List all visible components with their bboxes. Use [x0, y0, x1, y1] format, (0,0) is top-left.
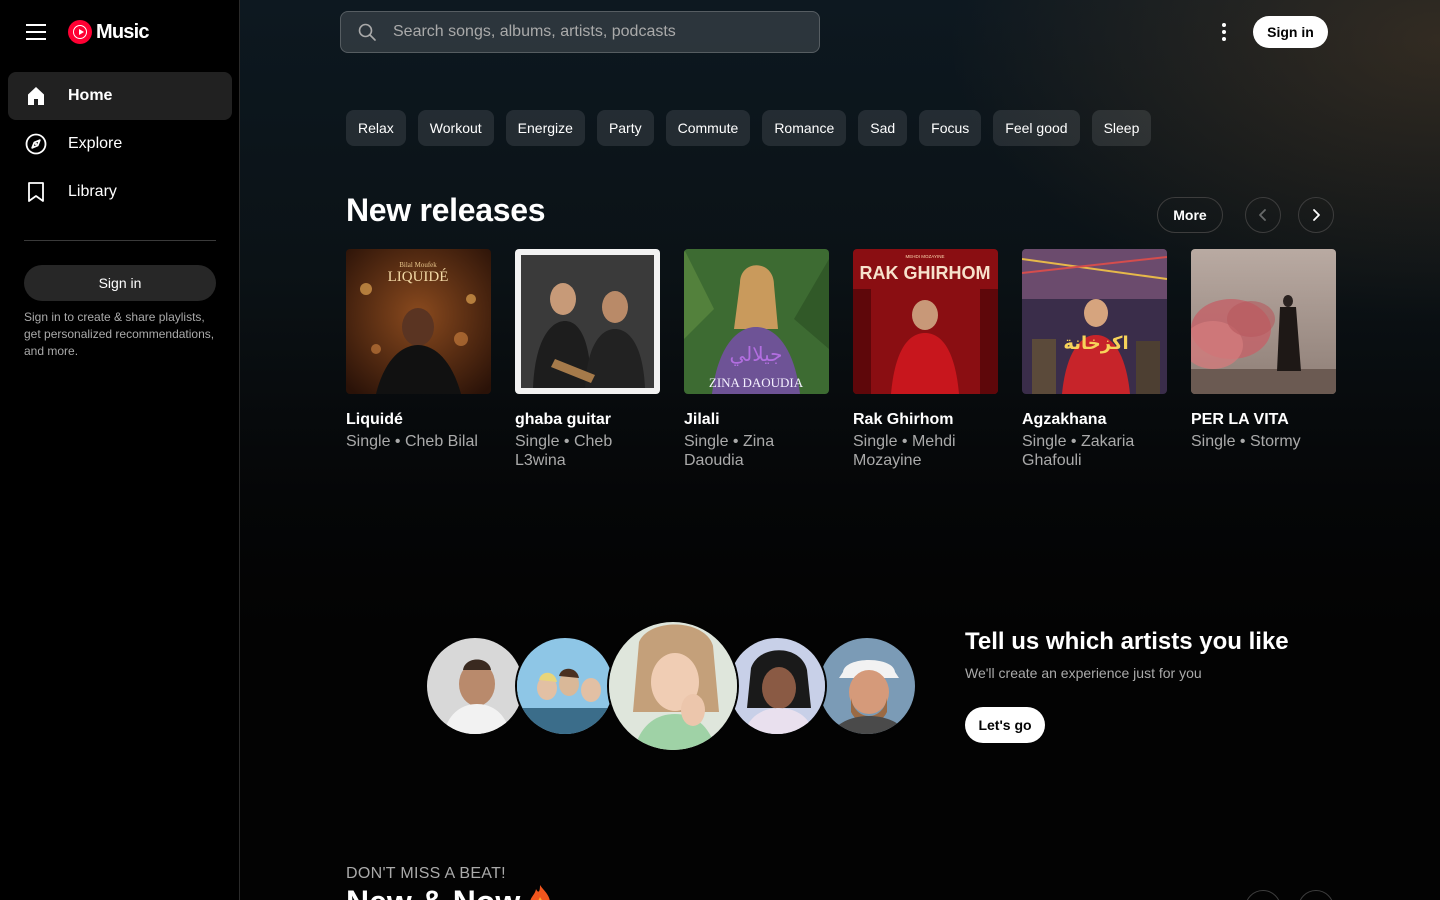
- brand: Music: [24, 16, 149, 48]
- album-card[interactable]: اكزخانة Agzakhana Single • Zakaria Ghafo…: [1022, 249, 1167, 470]
- cover-text: LIQUIDÉ: [388, 268, 449, 285]
- new-releases-title[interactable]: New releases: [346, 192, 546, 229]
- artist-promo-subtitle: We'll create an experience just for you: [965, 665, 1202, 681]
- chip-energize[interactable]: Energize: [505, 110, 585, 146]
- album-title[interactable]: Jilali: [684, 410, 829, 430]
- album-title[interactable]: PER LA VITA: [1191, 410, 1336, 430]
- chevron-left-icon: [1259, 209, 1266, 221]
- new-releases-carousel: Bilal Moufek LIQUIDÉ Liquidé Single • Ch…: [346, 249, 1336, 470]
- album-cover[interactable]: MEHDI MOZAYINE RAK GHIRHOM: [853, 249, 998, 394]
- carousel-next-button[interactable]: [1298, 197, 1334, 233]
- chip-focus[interactable]: Focus: [919, 110, 982, 146]
- album-card[interactable]: MEHDI MOZAYINE RAK GHIRHOM Rak Ghirhom S…: [853, 249, 998, 470]
- fire-icon: [526, 883, 554, 900]
- sidebar-item-home[interactable]: Home: [8, 72, 232, 120]
- cover-text: RAK GHIRHOM: [860, 263, 991, 283]
- album-subtitle: Single • Cheb Bilal: [346, 433, 478, 450]
- album-card[interactable]: جيلالي ZINA DAOUDIA Jilali Single • Zina…: [684, 249, 829, 470]
- header-sign-in-button[interactable]: Sign in: [1253, 16, 1328, 48]
- album-title[interactable]: Agzakhana: [1022, 410, 1167, 430]
- album-subtitle: Single • Zakaria Ghafouli: [1022, 433, 1135, 469]
- sidebar-item-explore[interactable]: Explore: [8, 120, 232, 168]
- artist-avatar: [425, 636, 525, 736]
- album-title[interactable]: ghaba guitar: [515, 410, 660, 430]
- chip-sleep[interactable]: Sleep: [1091, 110, 1152, 146]
- section-kicker: DON'T MISS A BEAT!: [346, 865, 506, 882]
- new-releases-more-button[interactable]: More: [1157, 197, 1223, 233]
- search-bar[interactable]: [340, 11, 820, 53]
- chip-relax[interactable]: Relax: [346, 110, 406, 146]
- carousel-next-button[interactable]: [1298, 890, 1334, 900]
- hamburger-menu-icon[interactable]: [24, 20, 48, 44]
- album-card[interactable]: PER LA VITA Single • Stormy: [1191, 249, 1336, 470]
- artist-avatars: [425, 620, 917, 752]
- chip-feel-good[interactable]: Feel good: [993, 110, 1080, 146]
- youtube-music-logo-icon: [68, 20, 92, 44]
- search-input[interactable]: [393, 23, 793, 41]
- main-content: Sign in Relax Workout Energize Party Com…: [240, 0, 1440, 900]
- album-card[interactable]: ghaba guitar Single • Cheb L3wina: [515, 249, 660, 470]
- sidebar: Music Home Explore Library Sign in Sign …: [0, 0, 240, 900]
- sidebar-item-label: Explore: [68, 135, 123, 152]
- compass-icon: [24, 132, 48, 156]
- album-subtitle: Single • Mehdi Mozayine: [853, 433, 956, 469]
- sidebar-divider: [24, 240, 216, 241]
- artist-avatar: [817, 636, 917, 736]
- album-title[interactable]: Rak Ghirhom: [853, 410, 998, 430]
- sidebar-sign-in-button[interactable]: Sign in: [24, 265, 216, 301]
- album-subtitle: Single • Zina Daoudia: [684, 433, 775, 469]
- album-title[interactable]: Liquidé: [346, 410, 491, 430]
- chip-party[interactable]: Party: [596, 110, 654, 146]
- carousel-prev-button[interactable]: [1245, 197, 1281, 233]
- album-cover[interactable]: جيلالي ZINA DAOUDIA: [684, 249, 829, 394]
- album-subtitle: Single • Stormy: [1191, 433, 1301, 450]
- mood-chips: Relax Workout Energize Party Commute Rom…: [346, 110, 1152, 146]
- home-icon: [24, 84, 48, 108]
- logo-text: Music: [96, 20, 149, 43]
- chip-sad[interactable]: Sad: [858, 110, 908, 146]
- search-icon: [357, 22, 377, 42]
- more-options-icon[interactable]: [1212, 20, 1236, 44]
- chevron-right-icon: [1313, 209, 1320, 221]
- chip-romance[interactable]: Romance: [762, 110, 847, 146]
- artist-avatar: [727, 636, 827, 736]
- chip-commute[interactable]: Commute: [665, 110, 751, 146]
- carousel-prev-button[interactable]: [1245, 890, 1281, 900]
- artist-promo-title: Tell us which artists you like: [965, 628, 1289, 655]
- cover-small-text: جيلالي: [729, 342, 782, 367]
- bookmark-icon: [24, 180, 48, 204]
- album-card[interactable]: Bilal Moufek LIQUIDÉ Liquidé Single • Ch…: [346, 249, 491, 470]
- cover-small-text: MEHDI MOZAYINE: [906, 254, 945, 259]
- sidebar-nav: Home Explore Library: [8, 72, 232, 216]
- chip-workout[interactable]: Workout: [417, 110, 494, 146]
- sidebar-item-library[interactable]: Library: [8, 168, 232, 216]
- cover-text: ZINA DAOUDIA: [709, 375, 804, 390]
- logo[interactable]: Music: [68, 20, 149, 44]
- cover-small-text: Bilal Moufek: [399, 261, 437, 269]
- lets-go-button[interactable]: Let's go: [965, 707, 1045, 743]
- album-cover[interactable]: Bilal Moufek LIQUIDÉ: [346, 249, 491, 394]
- album-cover[interactable]: اكزخانة: [1022, 249, 1167, 394]
- sidebar-sign-in-note: Sign in to create & share playlists, get…: [24, 310, 215, 358]
- new-and-now-title[interactable]: New & Now: [346, 884, 520, 900]
- artist-avatar: [607, 620, 739, 752]
- album-cover[interactable]: [1191, 249, 1336, 394]
- sidebar-item-label: Home: [68, 87, 113, 104]
- cover-text: اكزخانة: [1063, 333, 1128, 354]
- artist-avatar: [515, 636, 615, 736]
- album-subtitle: Single • Cheb L3wina: [515, 433, 613, 469]
- sidebar-item-label: Library: [68, 183, 117, 200]
- album-cover[interactable]: [515, 249, 660, 394]
